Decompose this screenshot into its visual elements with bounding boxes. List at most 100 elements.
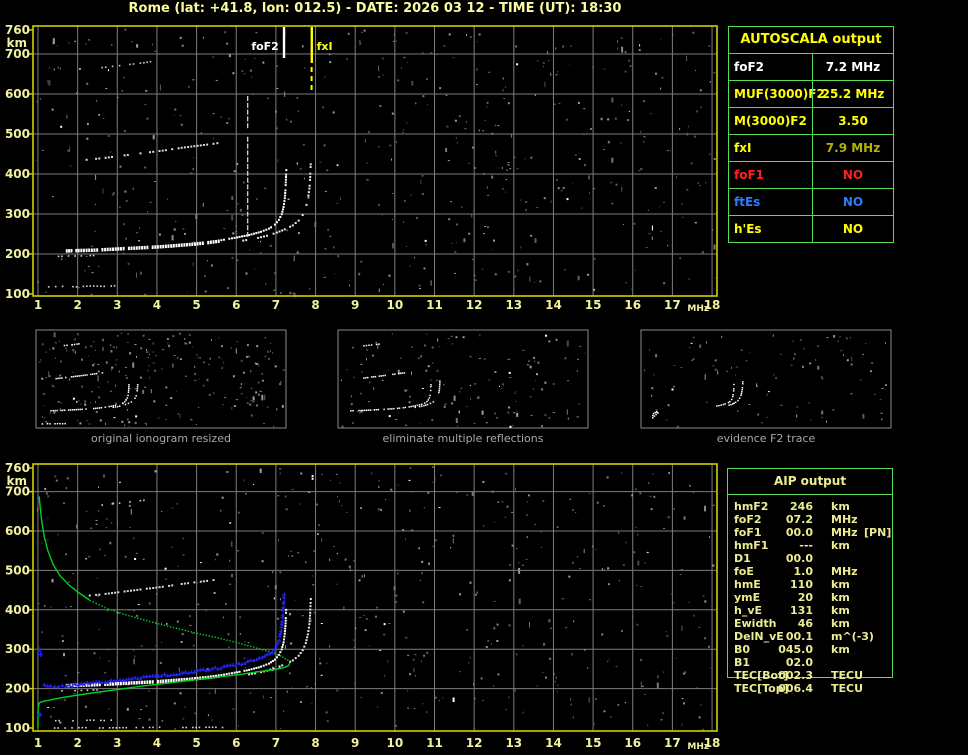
aip-param-name: foF1 bbox=[734, 526, 762, 539]
autoscala-param-value: NO bbox=[812, 216, 893, 242]
autoscala-param-value: 25.2 MHz bbox=[812, 81, 893, 107]
y-tick-label: 500 bbox=[5, 563, 30, 577]
aip-row: hmE 110 km bbox=[727, 578, 893, 591]
y-tick-label: 300 bbox=[5, 207, 30, 221]
aip-param-unit: km bbox=[831, 604, 850, 617]
y-tick-label: 500 bbox=[5, 127, 30, 141]
x-tick-label: 9 bbox=[351, 298, 359, 312]
aip-row: foF1 00.0 MHz [PN] bbox=[727, 526, 893, 539]
aip-param-unit: km bbox=[831, 591, 850, 604]
x-tick-label: 6 bbox=[232, 298, 240, 312]
autoscala-param-label: foF1 bbox=[734, 168, 765, 182]
aip-row: TEC[Bot] 002.3 TECU bbox=[727, 669, 893, 682]
x-axis-unit: MHz bbox=[687, 304, 709, 314]
aip-row: hmF2 246 km bbox=[727, 500, 893, 513]
aip-param-name: foE bbox=[734, 565, 754, 578]
x-tick-label: 14 bbox=[545, 736, 562, 750]
fxi-marker-line bbox=[310, 27, 313, 63]
x-tick-label: 4 bbox=[153, 736, 161, 750]
x-tick-label: 11 bbox=[426, 298, 443, 312]
y-tick-label: 200 bbox=[5, 247, 30, 261]
y-tick-label: 100 bbox=[5, 721, 30, 735]
aip-param-name: B1 bbox=[734, 656, 751, 669]
x-tick-label: 3 bbox=[113, 298, 121, 312]
x-tick-label: 14 bbox=[545, 298, 562, 312]
panel-caption-eliminate: eliminate multiple reflections bbox=[382, 432, 544, 445]
aip-param-unit: MHz bbox=[831, 565, 858, 578]
autoscala-row: ftEs NO bbox=[729, 188, 893, 215]
x-tick-label: 7 bbox=[272, 298, 280, 312]
autoscala-param-value: 3.50 bbox=[812, 108, 893, 134]
fxi-marker-label: fxI bbox=[317, 40, 333, 53]
x-tick-label: 15 bbox=[585, 298, 602, 312]
x-tick-label: 2 bbox=[73, 298, 81, 312]
aip-param-name: foF2 bbox=[734, 513, 762, 526]
aip-param-value: 00.1 bbox=[785, 630, 813, 643]
y-axis-unit: km bbox=[7, 474, 27, 488]
aip-row: B0 045.0 km bbox=[727, 643, 893, 656]
aip-param-name: hmF1 bbox=[734, 539, 769, 552]
bottom-ionogram-group: 760700600500400300200100km1 2 3 4 5 6 7 8 9 10 11 1… bbox=[5, 461, 720, 752]
x-tick-label: 5 bbox=[192, 298, 200, 312]
critical-frequency-markers: foF2 fxI bbox=[251, 27, 333, 90]
aip-row: TEC[Top] 006.4 TECU bbox=[727, 682, 893, 695]
autoscala-param-value: NO bbox=[812, 162, 893, 188]
aip-param-value: 006.4 bbox=[778, 682, 813, 695]
aip-param-value: 46 bbox=[797, 617, 813, 630]
autoscala-output-table: AUTOSCALA output foF2 7.2 MHz MUF(3000)F2 2… bbox=[728, 26, 894, 243]
aip-param-value: 246 bbox=[790, 500, 813, 513]
x-tick-label: 5 bbox=[192, 736, 200, 750]
aip-param-name: h_vE bbox=[734, 604, 763, 617]
aip-param-unit: km bbox=[831, 617, 850, 630]
autoscala-param-label: MUF(3000)F2 bbox=[734, 87, 825, 101]
x-tick-label: 11 bbox=[426, 736, 443, 750]
aip-row: DelN_vE 00.1 m^(-3) bbox=[727, 630, 893, 643]
grid-layer bbox=[33, 464, 717, 731]
aip-param-unit: km bbox=[831, 500, 850, 513]
autoscala-table-header: AUTOSCALA output bbox=[740, 32, 882, 47]
aip-param-value: 110 bbox=[790, 578, 813, 591]
aip-param-value: 002.3 bbox=[778, 669, 813, 682]
aip-row: foE 1.0 MHz bbox=[727, 565, 893, 578]
aip-param-value: 1.0 bbox=[793, 565, 814, 578]
x-tick-label: 8 bbox=[311, 736, 319, 750]
x-tick-label: 8 bbox=[311, 298, 319, 312]
x-tick-label: 10 bbox=[386, 736, 403, 750]
processing-panel-1 bbox=[337, 329, 589, 429]
aip-param-value: 02.0 bbox=[785, 656, 813, 669]
aip-table-rows: hmF2 246 km foF2 07.2 MHz foF1 00.0 MHz [PN] hmF1 -… bbox=[727, 500, 893, 695]
panel-caption-evidence: evidence F2 trace bbox=[716, 432, 816, 445]
noise-layer bbox=[35, 28, 716, 298]
x-tick-label: 12 bbox=[466, 736, 483, 750]
aip-param-name: B0 bbox=[734, 643, 751, 656]
aip-param-value: 00.0 bbox=[785, 526, 813, 539]
scaled-trace-blue bbox=[37, 592, 286, 718]
y-tick-label: 600 bbox=[5, 524, 30, 538]
plot-border bbox=[32, 463, 718, 732]
x-tick-label: 3 bbox=[113, 736, 121, 750]
autoscala-param-value: 7.2 MHz bbox=[812, 54, 893, 80]
autoscala-param-label: M(3000)F2 bbox=[734, 114, 807, 128]
x-tick-label: 15 bbox=[585, 736, 602, 750]
noise-layer bbox=[37, 466, 715, 731]
aip-param-unit: km bbox=[831, 539, 850, 552]
aip-param-unit: TECU bbox=[831, 669, 864, 682]
aip-param-unit: km bbox=[831, 643, 850, 656]
x-tick-label: 17 bbox=[664, 736, 681, 750]
fof2-marker-line bbox=[282, 27, 286, 58]
aip-row: Ewidth 46 km bbox=[727, 617, 893, 630]
aip-param-value: 20 bbox=[797, 591, 813, 604]
autoscala-param-label: ftEs bbox=[734, 195, 761, 209]
panel-caption-original: original ionogram resized bbox=[91, 432, 231, 445]
y-tick-label: 760 bbox=[5, 461, 30, 475]
aip-param-value: 131 bbox=[790, 604, 813, 617]
autoscala-row: foF1 NO bbox=[729, 161, 893, 188]
aip-param-name: ymE bbox=[734, 591, 761, 604]
aip-header-divider bbox=[727, 494, 893, 495]
aip-param-unit: MHz bbox=[831, 526, 858, 539]
autoscala-row: h'Es NO bbox=[729, 215, 893, 242]
y-tick-label: 400 bbox=[5, 603, 30, 617]
aip-row: B1 02.0 bbox=[727, 656, 893, 669]
y-tick-label: 200 bbox=[5, 682, 30, 696]
y-tick-label: 400 bbox=[5, 167, 30, 181]
